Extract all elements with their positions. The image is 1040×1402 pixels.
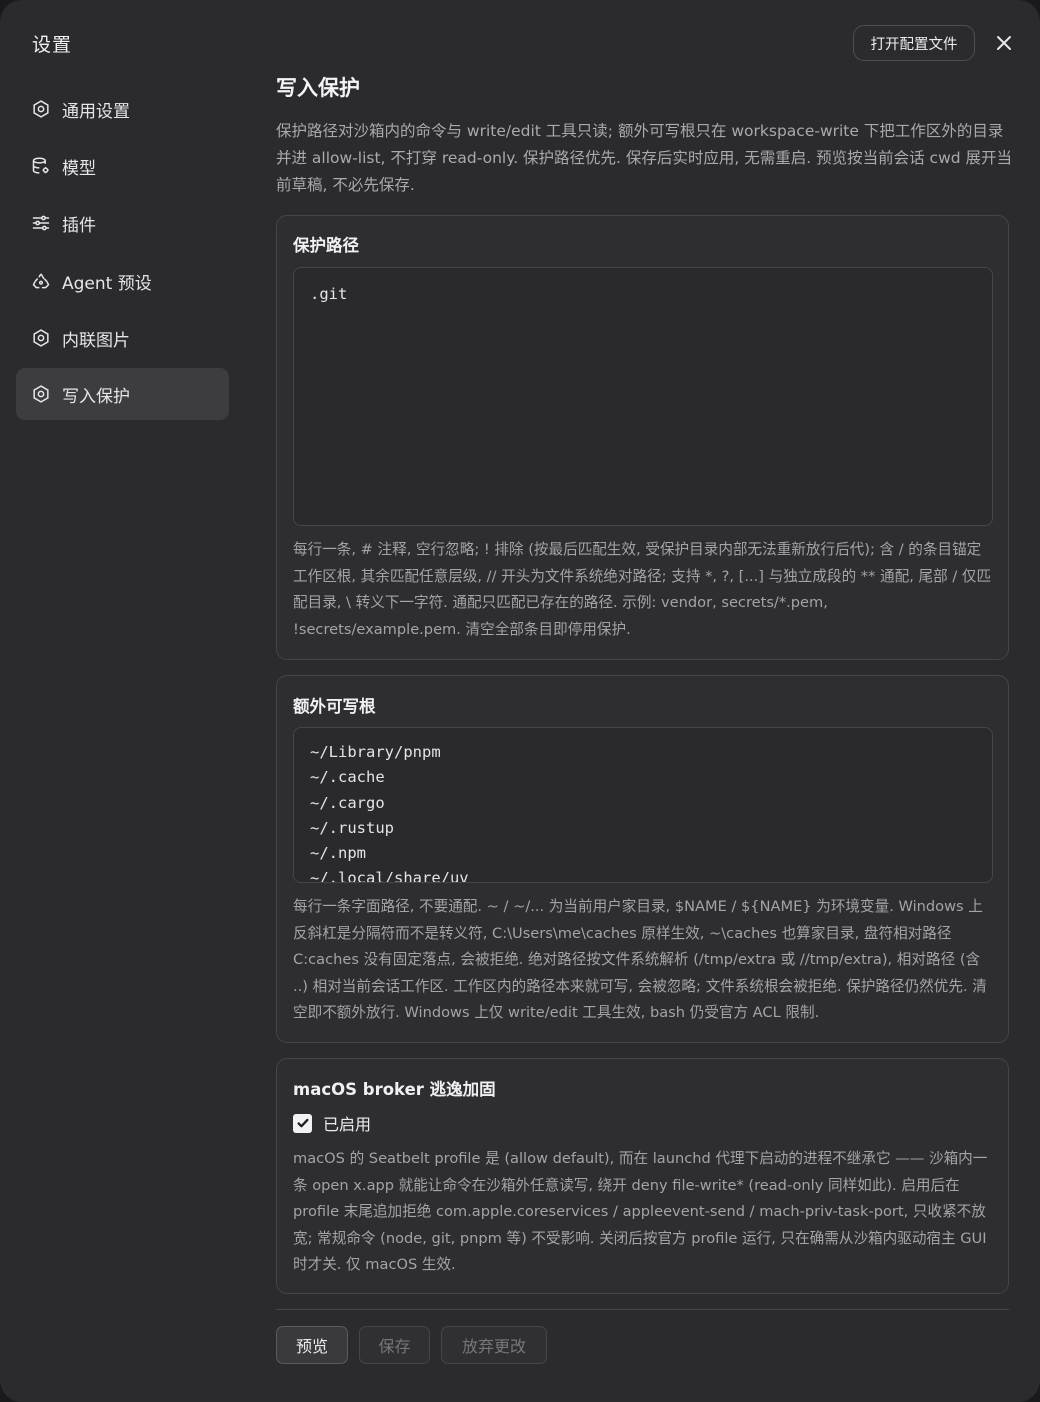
discard-changes-button[interactable]: 放弃更改 xyxy=(441,1326,547,1364)
writable-root-line: ~/.local/share/uv xyxy=(310,869,469,883)
writable-roots-textarea[interactable]: ~/Library/pnpm ~/.cache ~/.cargo ~/.rust… xyxy=(293,727,993,883)
macos-broker-title: macOS broker 逃逸加固 xyxy=(293,1080,496,1099)
sidebar-item-label: 插件 xyxy=(62,215,96,236)
page-title: 写入保护 xyxy=(276,76,360,100)
checkbox-label: 已启用 xyxy=(323,1115,372,1134)
sidebar-item-label: Agent 预设 xyxy=(62,273,152,294)
writable-root-line: ~/.rustup xyxy=(310,818,394,837)
writable-root-line: ~/.cargo xyxy=(310,793,385,812)
writable-roots-card: 额外可写根 ~/Library/pnpm ~/.cache ~/.cargo ~… xyxy=(276,675,1009,1043)
protected-paths-help: 每行一条, # 注释, 空行忽略; ! 排除 (按最后匹配生效, 受保护目录内部… xyxy=(293,541,992,638)
writable-roots-title: 额外可写根 xyxy=(293,697,376,716)
sidebar-item-general[interactable]: 通用设置 xyxy=(16,83,229,135)
sidebar-item-label: 通用设置 xyxy=(62,101,130,122)
protected-paths-title: 保护路径 xyxy=(293,236,359,255)
writable-roots-help: 每行一条字面路径, 不要通配. ~ / ~/... 为当前用户家目录, $NAM… xyxy=(293,898,987,1021)
protected-paths-textarea[interactable]: .git xyxy=(293,267,993,526)
sidebar-title: 设置 xyxy=(32,34,73,56)
writable-root-line: ~/.npm xyxy=(310,844,366,863)
sidebar-item-label: 写入保护 xyxy=(62,386,130,407)
gear-icon xyxy=(30,327,52,349)
sidebar-item-models[interactable]: 模型 xyxy=(16,140,229,192)
writable-root-line: ~/Library/pnpm xyxy=(310,743,441,761)
sidebar-item-write-protection[interactable]: 写入保护 xyxy=(16,368,229,420)
gear-icon xyxy=(30,383,52,405)
database-gear-icon xyxy=(30,155,52,177)
sliders-icon xyxy=(30,212,52,234)
footer-divider xyxy=(276,1309,1009,1310)
macos-broker-help: macOS 的 Seatbelt profile 是 (allow defaul… xyxy=(293,1150,988,1273)
settings-window: 设置 通用设置 模型 插件 Agent 预设 内联图片 写入保护 打开配置文件 … xyxy=(0,0,1040,1402)
checkbox[interactable] xyxy=(293,1113,312,1133)
sidebar-item-label: 模型 xyxy=(62,158,96,179)
sidebar-item-agent-presets[interactable]: Agent 预设 xyxy=(16,255,229,307)
sidebar-item-plugins[interactable]: 插件 xyxy=(16,197,229,249)
writable-root-line: ~/.cache xyxy=(310,768,385,787)
broker-enabled-toggle[interactable]: 已启用 xyxy=(293,1111,371,1135)
recycle-icon xyxy=(30,270,52,292)
preview-button[interactable]: 预览 xyxy=(276,1326,348,1364)
protected-paths-card: 保护路径 .git 每行一条, # 注释, 空行忽略; ! 排除 (按最后匹配生… xyxy=(276,215,1009,660)
close-icon xyxy=(997,36,1011,50)
close-button[interactable] xyxy=(990,29,1018,57)
page-description: 保护路径对沙箱内的命令与 write/edit 工具只读; 额外可写根只在 wo… xyxy=(276,122,1013,194)
sidebar-item-inline-images[interactable]: 内联图片 xyxy=(16,312,229,364)
open-config-file-button[interactable]: 打开配置文件 xyxy=(853,25,975,61)
gear-icon xyxy=(30,98,52,120)
macos-broker-card: macOS broker 逃逸加固 已启用 macOS 的 Seatbelt p… xyxy=(276,1058,1009,1294)
save-button[interactable]: 保存 xyxy=(359,1326,430,1364)
checkmark-icon xyxy=(296,1118,309,1128)
sidebar-item-label: 内联图片 xyxy=(62,330,130,351)
protected-paths-value: .git xyxy=(310,285,348,303)
sidebar: 设置 通用设置 模型 插件 Agent 预设 内联图片 写入保护 xyxy=(0,0,246,1402)
